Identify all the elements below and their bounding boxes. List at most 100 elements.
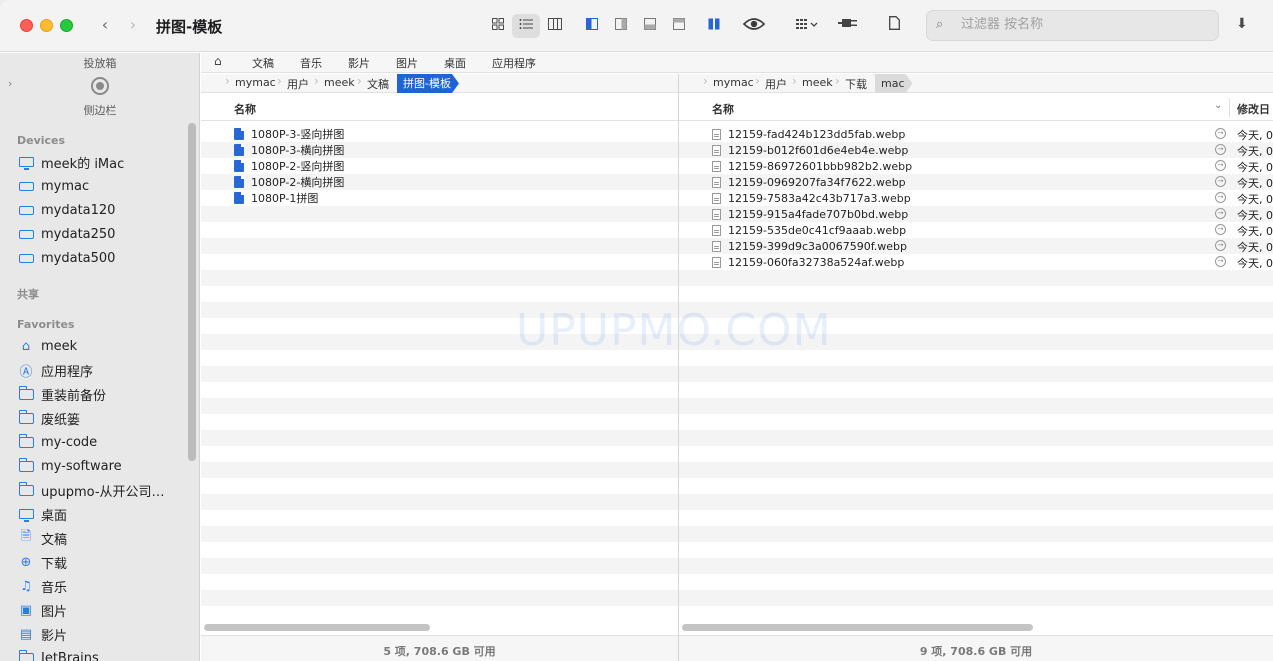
info-arrow-icon[interactable]: → bbox=[1215, 192, 1226, 203]
info-arrow-icon[interactable]: → bbox=[1215, 128, 1226, 139]
list-item[interactable]: 1080P-3-横向拼图 bbox=[201, 142, 678, 158]
panel-bottom-icon bbox=[644, 18, 656, 30]
list-item[interactable]: 1080P-2-竖向拼图 bbox=[201, 158, 678, 174]
music-note-icon: ♫ bbox=[20, 578, 32, 594]
breadcrumb-item[interactable]: meek bbox=[802, 76, 833, 89]
column-view-button[interactable] bbox=[545, 14, 565, 38]
toolbar: ‹ › 拼图-模板 ⌕ 过滤器 按名称 ⬇ bbox=[0, 0, 1273, 52]
breadcrumb-item[interactable]: mymac bbox=[235, 76, 276, 89]
sidebar-item-downloads[interactable]: ⊕ 下载 bbox=[18, 551, 67, 573]
home-icon[interactable]: ⌂ bbox=[214, 54, 222, 68]
sidebar-item-mymac[interactable]: mymac bbox=[18, 175, 89, 197]
quick-look-button[interactable] bbox=[742, 14, 766, 38]
right-panel-button[interactable] bbox=[613, 14, 629, 38]
list-item[interactable]: 1080P-2-横向拼图 bbox=[201, 174, 678, 190]
new-file-button[interactable] bbox=[886, 14, 902, 38]
chevron-down-icon[interactable]: ⌄ bbox=[1214, 100, 1222, 111]
sidebar-item-backup[interactable]: 重装前备份 bbox=[18, 383, 106, 405]
minimize-window-button[interactable] bbox=[40, 19, 53, 32]
sidebar-item-movies[interactable]: ▤ 影片 bbox=[18, 623, 67, 645]
list-item[interactable]: 12159-535de0c41cf9aaab.webp → 今天, 0 bbox=[679, 222, 1273, 238]
info-arrow-icon[interactable]: → bbox=[1215, 160, 1226, 171]
horizontal-scrollbar[interactable] bbox=[682, 624, 1033, 631]
close-window-button[interactable] bbox=[20, 19, 33, 32]
info-arrow-icon[interactable]: → bbox=[1215, 256, 1226, 267]
breadcrumb: › mymac › 用户 › meek › 下载 mac bbox=[679, 74, 1273, 93]
search-input[interactable] bbox=[961, 17, 1201, 32]
chevron-right-icon[interactable]: › bbox=[8, 77, 12, 90]
sidebar-item-music[interactable]: ♫ 音乐 bbox=[18, 575, 67, 597]
column-header-date[interactable]: 修改日 bbox=[1237, 101, 1270, 117]
favbar-item-applications[interactable]: 应用程序 bbox=[492, 55, 536, 71]
breadcrumb-item[interactable]: mymac bbox=[713, 76, 754, 89]
favbar-item-music[interactable]: 音乐 bbox=[300, 55, 322, 71]
dropbox-target-icon[interactable] bbox=[91, 77, 109, 95]
sidebar-item-applications[interactable]: Ⓐ 应用程序 bbox=[18, 359, 93, 381]
image-file-icon bbox=[712, 224, 721, 236]
sidebar-item-imac[interactable]: meek的 iMac bbox=[18, 151, 124, 173]
image-file-icon bbox=[712, 208, 721, 220]
sidebar-item-pictures[interactable]: ▣ 图片 bbox=[18, 599, 67, 621]
sidebar-item-trash[interactable]: 废纸篓 bbox=[18, 407, 80, 429]
column-header-name[interactable]: 名称 bbox=[234, 101, 256, 117]
forward-button[interactable]: › bbox=[122, 14, 144, 36]
list-view-button[interactable] bbox=[512, 14, 540, 38]
sidebar-item-desktop[interactable]: 桌面 bbox=[18, 503, 67, 525]
sidebar-item-meek[interactable]: ⌂ meek bbox=[18, 335, 77, 357]
favbar-item-pictures[interactable]: 图片 bbox=[396, 55, 418, 71]
list-item[interactable]: 12159-fad424b123dd5fab.webp → 今天, 0 bbox=[679, 126, 1273, 142]
favorites-bar: ⌂ 文稿 音乐 影片 图片 桌面 应用程序 bbox=[201, 53, 1273, 73]
sidebar-item-my-code[interactable]: my-code bbox=[18, 431, 97, 453]
download-icon[interactable]: ⬇ bbox=[1236, 16, 1248, 32]
right-pane: › mymac › 用户 › meek › 下载 mac 名称 ⌄ 修改日 12… bbox=[679, 74, 1273, 661]
folder-icon bbox=[18, 649, 34, 661]
list-item[interactable]: 12159-060fa32738a524af.webp → 今天, 0 bbox=[679, 254, 1273, 270]
column-header: 名称 bbox=[201, 94, 678, 121]
column-header-name[interactable]: 名称 bbox=[712, 101, 734, 117]
breadcrumb-item[interactable]: 用户 bbox=[287, 76, 309, 92]
info-arrow-icon[interactable]: → bbox=[1215, 240, 1226, 251]
breadcrumb-item[interactable]: meek bbox=[324, 76, 355, 89]
top-panel-button[interactable] bbox=[671, 14, 687, 38]
list-item[interactable]: 1080P-1拼图 bbox=[201, 190, 678, 206]
group-by-button[interactable] bbox=[792, 14, 822, 38]
bottom-panel-button[interactable] bbox=[642, 14, 658, 38]
info-arrow-icon[interactable]: → bbox=[1215, 224, 1226, 235]
search-field[interactable]: ⌕ bbox=[926, 10, 1219, 41]
sidebar-item-jetbrains[interactable]: JetBrains bbox=[18, 647, 99, 661]
info-arrow-icon[interactable]: → bbox=[1215, 144, 1226, 155]
info-arrow-icon[interactable]: → bbox=[1215, 176, 1226, 187]
back-button[interactable]: ‹ bbox=[94, 14, 116, 36]
list-item[interactable]: 12159-b012f601d6e4eb4e.webp → 今天, 0 bbox=[679, 142, 1273, 158]
list-item[interactable]: 12159-86972601bbb982b2.webp → 今天, 0 bbox=[679, 158, 1273, 174]
horizontal-scrollbar[interactable] bbox=[204, 624, 430, 631]
list-item[interactable]: 12159-0969207fa34f7622.webp → 今天, 0 bbox=[679, 174, 1273, 190]
drive-icon bbox=[18, 202, 34, 218]
sidebar-item-my-software[interactable]: my-software bbox=[18, 455, 122, 477]
sidebar-item-mydata500[interactable]: mydata500 bbox=[18, 247, 115, 269]
favbar-item-desktop[interactable]: 桌面 bbox=[444, 55, 466, 71]
breadcrumb-item[interactable]: 下载 bbox=[845, 76, 867, 92]
breadcrumb-item[interactable]: 用户 bbox=[765, 76, 787, 92]
breadcrumb-current[interactable]: 拼图-模板 bbox=[397, 74, 459, 93]
sidebar-scrollbar[interactable] bbox=[188, 123, 196, 461]
breadcrumb: › mymac › 用户 › meek › 文稿 拼图-模板 bbox=[201, 74, 678, 93]
left-panel-button[interactable] bbox=[584, 14, 600, 38]
zoom-window-button[interactable] bbox=[60, 19, 73, 32]
tools-button[interactable] bbox=[836, 14, 860, 38]
sidebar-item-mydata120[interactable]: mydata120 bbox=[18, 199, 115, 221]
list-item[interactable]: 12159-399d9c3a0067590f.webp → 今天, 0 bbox=[679, 238, 1273, 254]
list-item[interactable]: 12159-915a4fade707b0bd.webp → 今天, 0 bbox=[679, 206, 1273, 222]
favbar-item-movies[interactable]: 影片 bbox=[348, 55, 370, 71]
sidebar-item-mydata250[interactable]: mydata250 bbox=[18, 223, 115, 245]
dual-pane-button[interactable] bbox=[706, 14, 722, 38]
list-item[interactable]: 1080P-3-竖向拼图 bbox=[201, 126, 678, 142]
favbar-item-documents[interactable]: 文稿 bbox=[252, 55, 274, 71]
breadcrumb-item[interactable]: 文稿 bbox=[367, 76, 389, 92]
breadcrumb-current[interactable]: mac bbox=[875, 74, 913, 93]
list-item[interactable]: 12159-7583a42c43b717a3.webp → 今天, 0 bbox=[679, 190, 1273, 206]
info-arrow-icon[interactable]: → bbox=[1215, 208, 1226, 219]
sidebar-item-documents[interactable]: 🗎 文稿 bbox=[18, 527, 67, 549]
sidebar-item-upupmo[interactable]: upupmo-从开公司… bbox=[18, 479, 165, 501]
icon-view-button[interactable] bbox=[488, 14, 508, 38]
